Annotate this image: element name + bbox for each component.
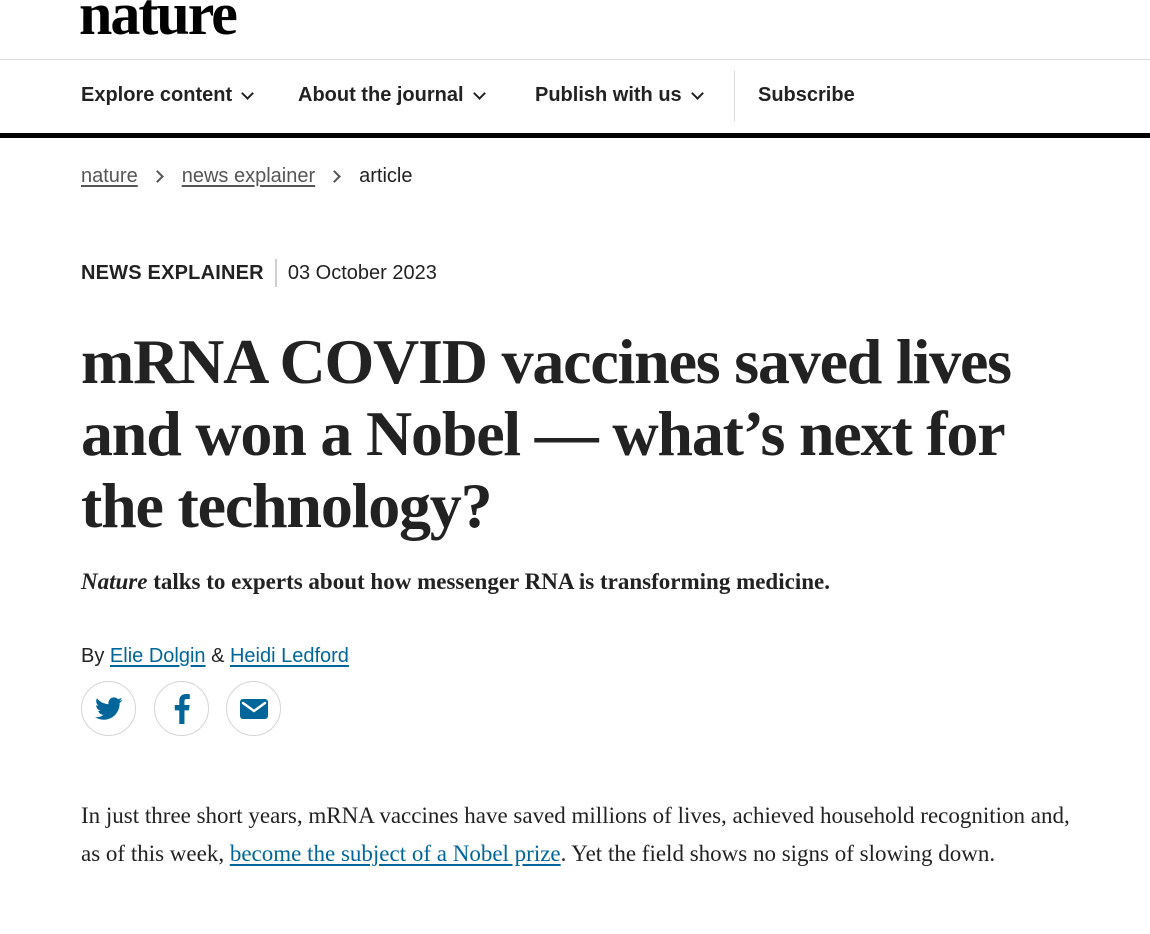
nav-publish-with-us[interactable]: Publish with us: [535, 84, 704, 107]
chevron-down-icon: [241, 86, 255, 100]
share-twitter-button[interactable]: [81, 681, 136, 736]
content-fade-overlay: [0, 872, 1150, 934]
chevron-right-icon: [150, 170, 164, 183]
author-link-elie-dolgin[interactable]: Elie Dolgin: [110, 645, 206, 667]
share-facebook-button[interactable]: [154, 681, 209, 736]
article-meta: NEWS EXPLAINER 03 October 2023: [81, 259, 437, 287]
masthead: nature: [0, 0, 1150, 60]
breadcrumb-current: article: [359, 165, 413, 187]
email-icon: [239, 698, 268, 719]
nav-about-the-journal-label: About the journal: [298, 84, 464, 106]
publication-date: 03 October 2023: [287, 261, 437, 284]
nav-about-the-journal[interactable]: About the journal: [298, 84, 486, 107]
article-title: mRNA COVID vaccines saved lives and won …: [81, 326, 1012, 541]
body-text-end: . Yet the field shows no signs of slowin…: [560, 841, 996, 866]
share-email-button[interactable]: [226, 681, 281, 736]
article-type-label: NEWS EXPLAINER: [81, 259, 277, 287]
nav-divider: [734, 71, 735, 121]
chevron-down-icon: [690, 86, 704, 100]
nobel-prize-link[interactable]: become the subject of a Nobel prize: [230, 841, 561, 866]
byline-prefix: By: [81, 645, 110, 667]
nav-explore-content-label: Explore content: [81, 84, 233, 106]
nav-publish-with-us-label: Publish with us: [535, 84, 682, 106]
author-link-heidi-ledford[interactable]: Heidi Ledford: [230, 645, 349, 667]
breadcrumb-link-nature[interactable]: nature: [81, 165, 138, 188]
article-standfirst: Nature talks to experts about how messen…: [81, 566, 1081, 598]
nav-subscribe-label: Subscribe: [758, 84, 855, 106]
author-separator: &: [205, 645, 230, 667]
breadcrumb: nature news explainer article: [81, 165, 413, 188]
chevron-down-icon: [472, 86, 486, 100]
nature-logo[interactable]: nature: [79, 0, 238, 44]
article-body-paragraph: In just three short years, mRNA vaccines…: [81, 797, 1071, 873]
nav-subscribe[interactable]: Subscribe: [758, 84, 855, 107]
main-navigation: Explore content About the journal Publis…: [0, 60, 1150, 138]
facebook-icon: [174, 693, 190, 724]
breadcrumb-link-news-explainer[interactable]: news explainer: [182, 165, 315, 188]
standfirst-journal-name: Nature: [81, 569, 148, 594]
author-byline: By Elie Dolgin & Heidi Ledford: [81, 645, 349, 668]
standfirst-text: talks to experts about how messenger RNA…: [147, 569, 830, 594]
twitter-icon: [94, 696, 123, 720]
nav-explore-content[interactable]: Explore content: [81, 84, 255, 107]
chevron-right-icon: [328, 170, 342, 183]
